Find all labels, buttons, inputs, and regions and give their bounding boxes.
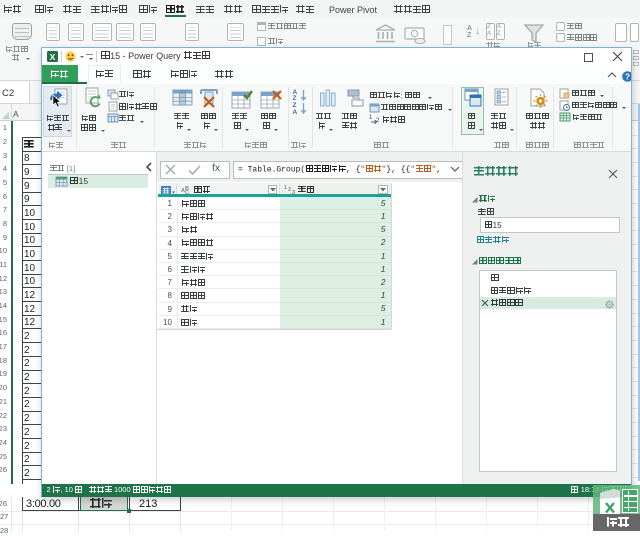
svg-text:?: ? — [625, 73, 630, 82]
svg-text:X: X — [49, 52, 55, 62]
